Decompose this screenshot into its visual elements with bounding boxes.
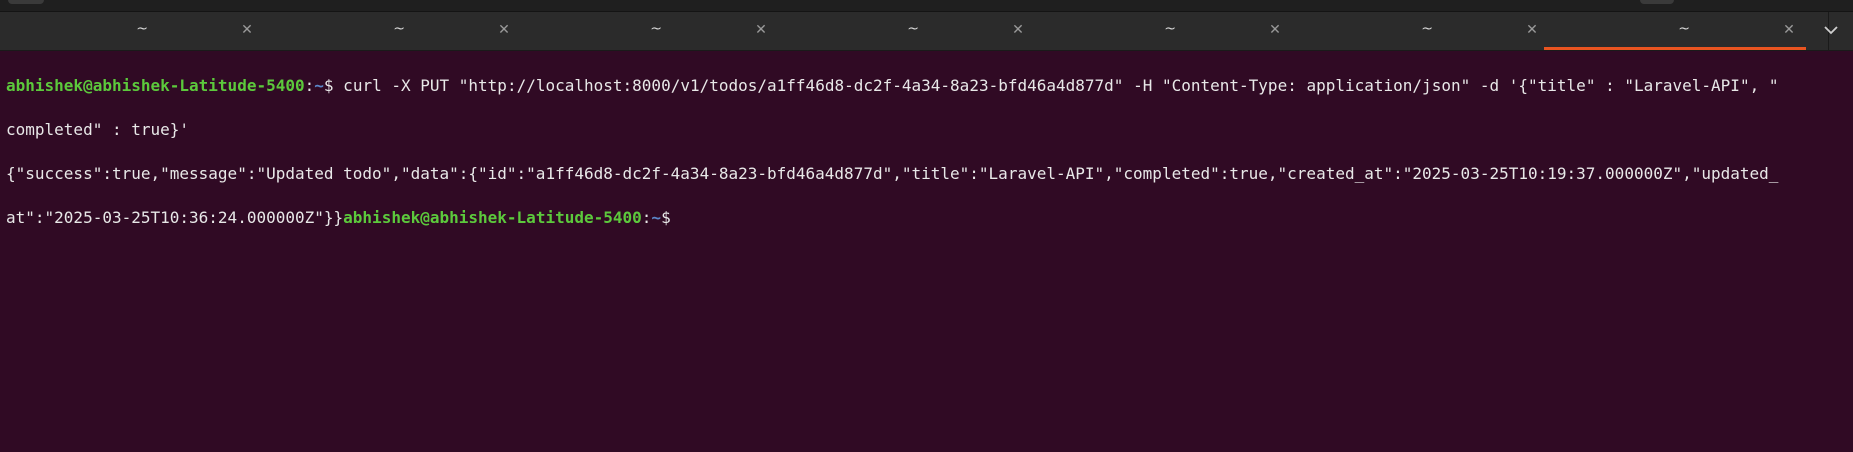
window-control-right[interactable] (1640, 0, 1674, 4)
command-text-cont: completed" : true}' (6, 120, 190, 139)
terminal-line-output: {"success":true,"message":"Updated todo"… (6, 163, 1848, 185)
close-icon[interactable]: ✕ (1523, 20, 1541, 40)
close-icon[interactable]: ✕ (1780, 20, 1798, 40)
close-icon[interactable]: ✕ (238, 20, 256, 40)
window-control-left[interactable] (8, 0, 44, 4)
command-text: curl -X PUT "http://localhost:8000/v1/to… (333, 76, 1779, 95)
tab-title: ~ (1421, 21, 1433, 37)
tab-bar: ~ ✕ ~ ✕ ~ ✕ ~ ✕ ~ ✕ ~ ✕ ~ ✕ (0, 12, 1853, 51)
prompt-user: abhishek@abhishek-Latitude-5400 (6, 76, 305, 95)
chevron-down-icon (1824, 26, 1838, 35)
tab-terminal-5[interactable]: ~ ✕ (1028, 12, 1284, 50)
output-text-cont: at":"2025-03-25T10:36:24.000000Z"}} (6, 208, 344, 227)
prompt-symbol: $ (661, 208, 681, 227)
tab-title: ~ (1164, 21, 1176, 37)
prompt-path: ~ (314, 76, 324, 95)
tab-terminal-2[interactable]: ~ ✕ (257, 12, 513, 50)
close-icon[interactable]: ✕ (495, 20, 513, 40)
tab-title: ~ (1678, 21, 1690, 37)
output-text: {"success":true,"message":"Updated todo"… (6, 164, 1779, 183)
tab-terminal-7-active[interactable]: ~ ✕ (1542, 12, 1806, 50)
terminal-line-command-cont: completed" : true}' (6, 119, 1848, 141)
terminal-line-output-cont: at":"2025-03-25T10:36:24.000000Z"}}abhis… (6, 207, 1848, 229)
prompt-separator: : (304, 76, 315, 95)
tab-title: ~ (907, 21, 919, 37)
prompt-separator: : (641, 208, 652, 227)
window-top-strip (0, 0, 1853, 12)
text-cursor (680, 208, 689, 226)
tab-terminal-1[interactable]: ~ ✕ (0, 12, 256, 50)
tab-list-menu-button[interactable] (1815, 12, 1847, 50)
close-icon[interactable]: ✕ (1266, 20, 1284, 40)
tab-title: ~ (136, 21, 148, 37)
tab-terminal-4[interactable]: ~ ✕ (771, 12, 1027, 50)
tab-terminal-6[interactable]: ~ ✕ (1285, 12, 1541, 50)
close-icon[interactable]: ✕ (1009, 20, 1027, 40)
tab-title: ~ (393, 21, 405, 37)
close-icon[interactable]: ✕ (752, 20, 770, 40)
prompt-symbol: $ (323, 76, 334, 95)
terminal-output[interactable]: abhishek@abhishek-Latitude-5400:~$ curl … (6, 53, 1848, 448)
tab-terminal-3[interactable]: ~ ✕ (514, 12, 770, 50)
prompt-path: ~ (651, 208, 662, 227)
tab-title: ~ (650, 21, 662, 37)
prompt-user: abhishek@abhishek-Latitude-5400 (343, 208, 642, 227)
terminal-line-command: abhishek@abhishek-Latitude-5400:~$ curl … (6, 75, 1848, 97)
